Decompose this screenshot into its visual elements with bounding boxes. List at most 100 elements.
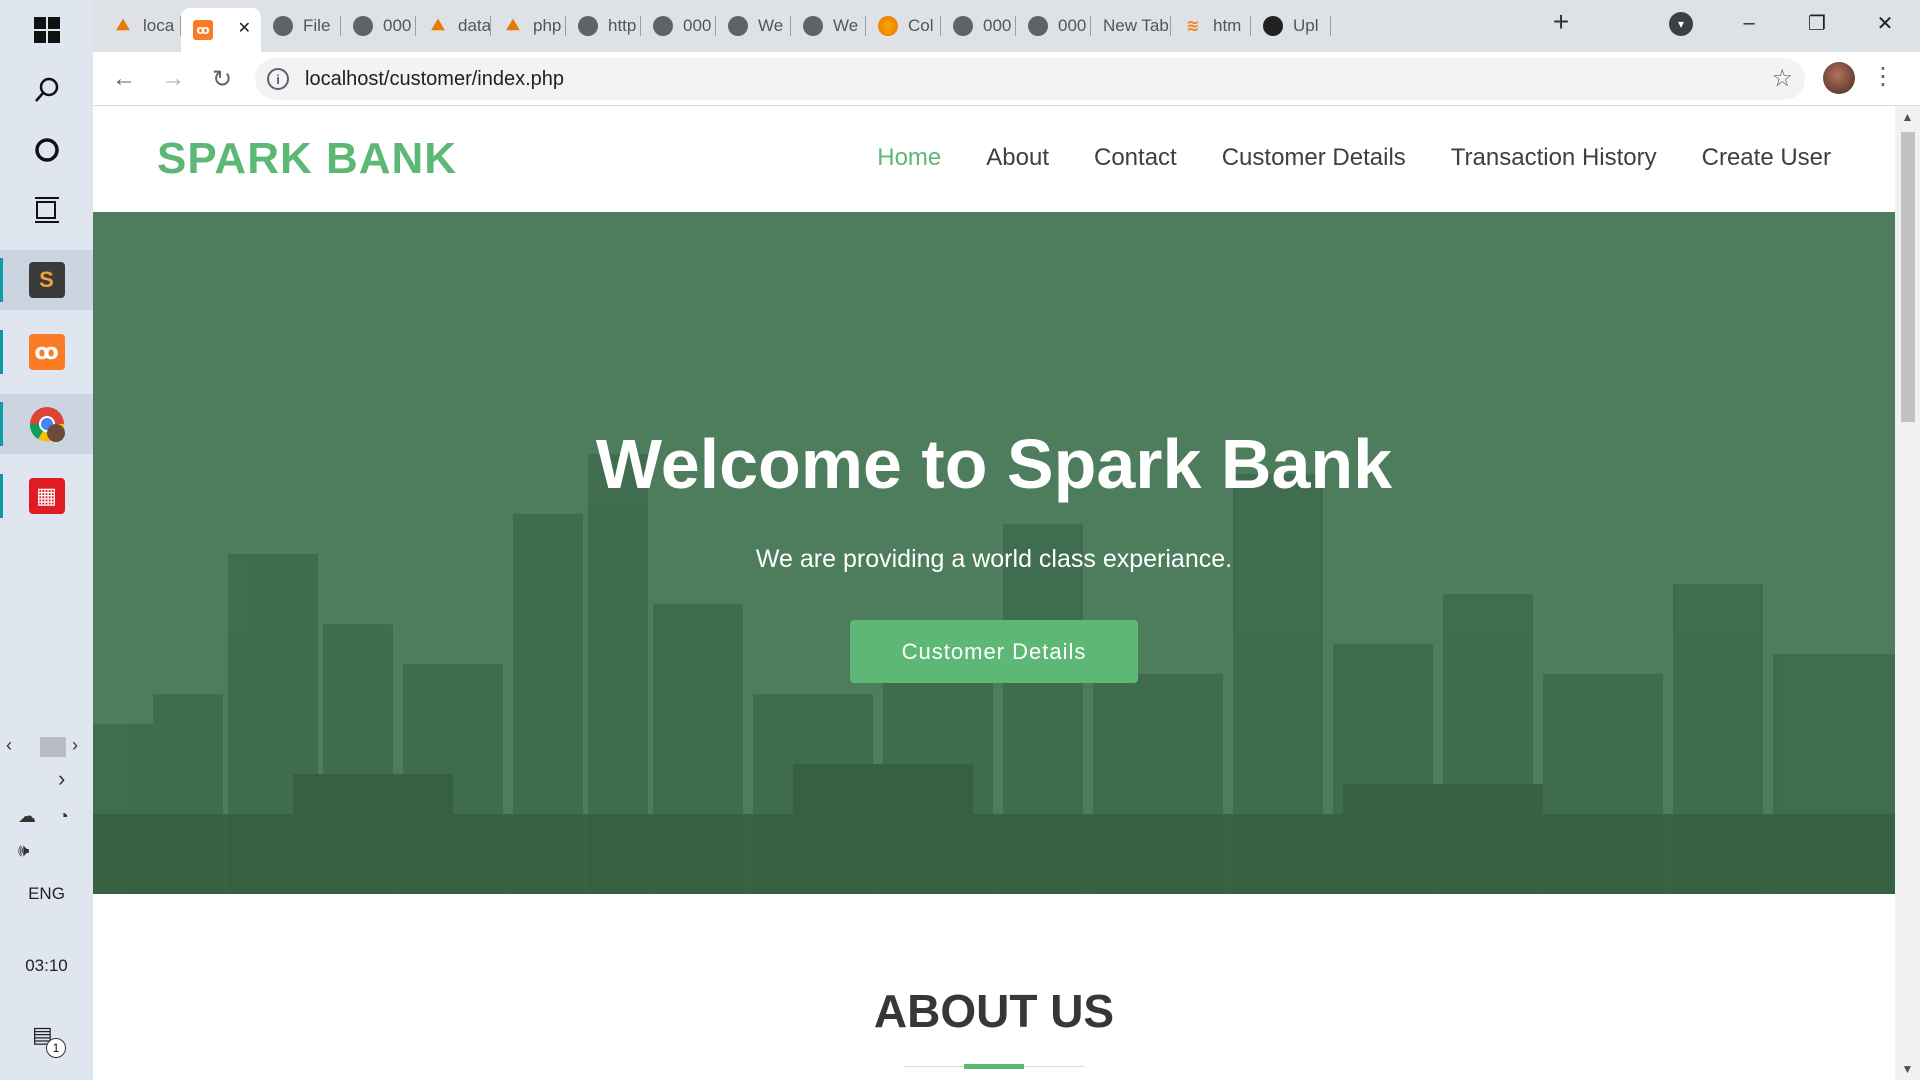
tab-search-button[interactable]: ▾ [1669,12,1693,36]
browser-tab[interactable]: 000 [941,8,1016,44]
xampp-icon: ꝏ [193,20,213,40]
chevron-right-icon[interactable]: › [72,735,78,756]
language-indicator[interactable]: ENG [0,884,93,904]
tab-separator [1330,16,1331,36]
browser-menu-button[interactable]: ⋮ [1871,62,1895,91]
address-bar[interactable]: i localhost/customer/index.php ☆ [255,58,1805,100]
taskbar-app-chrome[interactable] [0,394,93,454]
hero-subtitle: We are providing a world class experianc… [755,545,1233,573]
browser-tab[interactable]: We [716,8,791,44]
browser-tab-label: 000 [383,16,412,35]
browser-tab[interactable]: New Tab [1091,8,1171,44]
browser-tab[interactable]: ≋ htm [1171,8,1251,44]
site-logo[interactable]: SPARK BANK [157,134,457,184]
taskbar-app-sublime[interactable]: S [0,250,93,310]
notification-count-badge: 1 [46,1038,66,1058]
scroll-thumb[interactable] [40,737,66,757]
tab-strip: ⛰ loca ꝏ ✕ File 000 ⛰ data ⛰ php http 000 We We Col 000… [93,0,1920,52]
nav-contact[interactable]: Contact [1094,144,1177,172]
running-indicator [0,258,3,302]
running-indicator [0,402,3,446]
browser-tab[interactable]: http [566,8,641,44]
nav-about[interactable]: About [986,144,1049,172]
phpmyadmin-icon: ⛰ [116,17,130,34]
globe-icon [1028,16,1048,36]
onedrive-icon[interactable]: ☁ [18,806,36,827]
back-button[interactable]: ← [108,63,140,95]
new-tab-button[interactable]: + [1543,6,1579,42]
nav-home[interactable]: Home [877,144,941,172]
minimize-button[interactable]: – [1715,0,1783,46]
windows-logo-icon [33,17,60,43]
site-navbar: SPARK BANK Home About Contact Customer D… [93,106,1895,212]
clock[interactable]: 03:10 [0,956,93,976]
globe-icon [273,16,293,36]
start-button[interactable] [0,0,93,60]
browser-tab[interactable]: ꝏ ✕ [181,8,261,52]
cortana-button[interactable] [0,120,93,180]
close-tab-icon[interactable]: ✕ [238,18,251,38]
browser-tab[interactable]: 000 [1016,8,1091,44]
action-center-button[interactable]: ▤ 1 [30,1020,70,1060]
browser-tab-label: htm [1213,16,1242,35]
url-text[interactable]: localhost/customer/index.php [305,68,564,91]
web-page: SPARK BANK Home About Contact Customer D… [93,106,1895,1080]
show-hidden-icons-button[interactable]: › [58,766,65,792]
browser-tab-label: loca [143,16,175,35]
windows-taskbar: S ꝏ ▦ ‹ › › ☁ ◔ 🕪 ENG 03:10 ▤ 1 [0,0,93,1080]
globe-icon [353,16,373,36]
task-view-button[interactable] [0,180,93,240]
browser-tab[interactable]: ⛰ data [416,8,491,44]
github-icon [1263,16,1283,36]
browser-tab-label: New Tab [1103,16,1169,35]
nav-customer-details[interactable]: Customer Details [1222,144,1406,172]
browser-tab[interactable]: File [261,8,341,44]
taskbar-app-red[interactable]: ▦ [0,466,93,526]
nav-create-user[interactable]: Create User [1702,144,1831,172]
page-scroll-thumb[interactable] [1901,132,1915,422]
close-window-button[interactable]: ✕ [1851,0,1919,46]
browser-tab[interactable]: Col [866,8,941,44]
hero-title: Welcome to Spark Bank [595,425,1393,503]
scroll-up-arrow-icon[interactable]: ▲ [1895,110,1920,124]
stackoverflow-icon: ≋ [1186,18,1200,35]
page-scrollbar[interactable]: ▲ ▼ [1895,106,1920,1080]
reload-button[interactable]: ↻ [206,63,238,95]
chevron-left-icon[interactable]: ‹ [6,735,12,756]
browser-tab[interactable]: We [791,8,866,44]
browser-tab[interactable]: ⛰ loca [101,8,181,44]
bookmark-star-icon[interactable]: ☆ [1771,64,1793,93]
browser-tab[interactable]: 000 [341,8,416,44]
profile-avatar[interactable] [1823,62,1855,94]
globe-icon [578,16,598,36]
search-button[interactable] [0,60,93,120]
globe-icon [728,16,748,36]
hero-section: Welcome to Spark Bank We are providing a… [93,212,1895,894]
browser-tab[interactable]: ⛰ php [491,8,566,44]
nav-transaction-history[interactable]: Transaction History [1451,144,1657,172]
wifi-icon[interactable]: ◔ [58,806,69,827]
taskbar-scroll[interactable]: ‹ › [0,735,93,757]
browser-tab[interactable]: 000 [641,8,716,44]
forward-button[interactable]: → [157,63,189,95]
search-icon [34,77,58,102]
browser-window: ⛰ loca ꝏ ✕ File 000 ⛰ data ⛰ php http 000 We We Col 000… [93,0,1920,106]
globe-icon [953,16,973,36]
site-info-icon[interactable]: i [267,68,289,90]
browser-tab-label: php [533,16,562,35]
restore-button[interactable]: ❐ [1783,0,1851,46]
browser-tab-label: 000 [683,16,712,35]
browser-tab-label: We [833,16,859,35]
about-us-heading: ABOUT US [873,985,1115,1037]
customer-details-button[interactable]: Customer Details [850,620,1138,683]
browser-tab-label: We [758,16,784,35]
scroll-down-arrow-icon[interactable]: ▼ [1895,1062,1920,1076]
cortana-icon [34,138,59,162]
app-red-icon: ▦ [28,478,65,514]
nav-menu: Home About Contact Customer Details Tran… [877,144,1831,172]
volume-icon[interactable]: 🕪 [18,840,29,861]
taskbar-app-xampp[interactable]: ꝏ [0,322,93,382]
browser-tab[interactable]: Upl [1251,8,1331,44]
browser-tab-label: Col [908,16,934,35]
browser-tab-label: data [458,16,491,35]
